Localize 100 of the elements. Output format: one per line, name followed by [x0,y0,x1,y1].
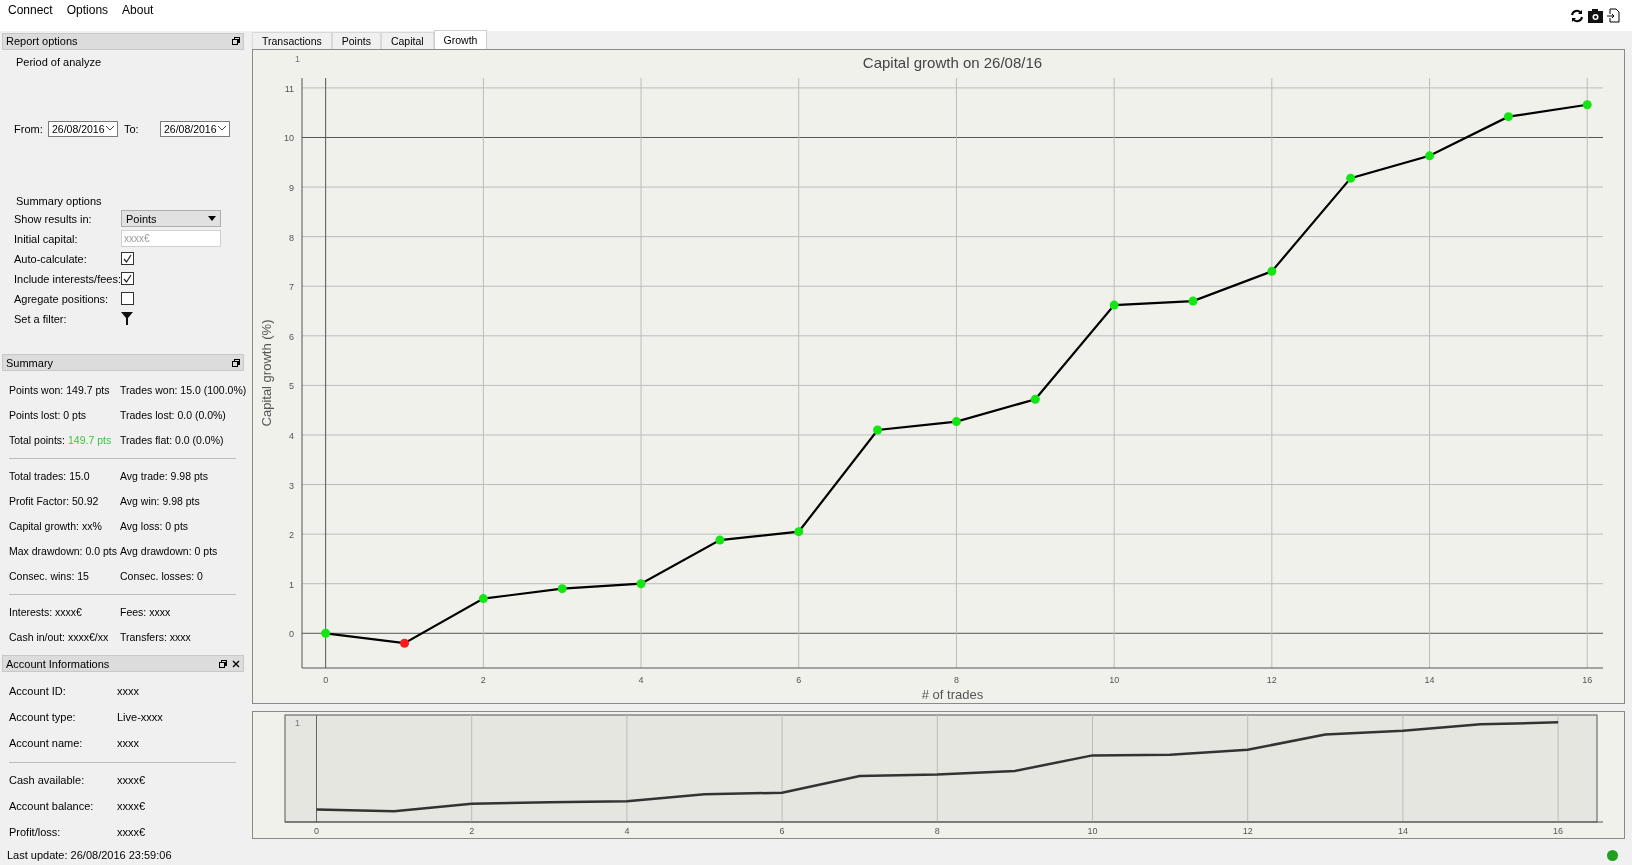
data-point [1267,266,1277,276]
stat-label: Interests: [9,605,53,618]
y-tick-label: 11 [284,83,294,94]
x-tick-label: 0 [323,675,329,685]
stat-value: xxxx [169,630,191,643]
data-point [951,417,961,427]
refresh-icon[interactable] [1570,8,1584,23]
tab[interactable]: Capital [380,32,434,49]
option-label: Set a filter: [14,312,68,325]
account-label: Account ID: [9,685,67,697]
checkbox[interactable] [121,292,134,306]
y-tick-label: 9 [289,183,294,194]
checkbox[interactable] [121,252,134,266]
x-tick-label: 16 [1582,675,1593,685]
stat-value: 9.98 pts [162,494,200,507]
tab[interactable]: Transactions [252,32,332,49]
from-label: From: [14,122,42,135]
export-icon[interactable] [1607,8,1620,23]
x-tick-label: 12 [1242,826,1253,836]
stat-label: Avg loss: [120,519,163,532]
data-point [321,628,331,638]
stat-label: Transfers: [120,630,167,643]
from-date-field[interactable]: 26/08/2016 [48,120,118,137]
x-tick-label: 16 [1553,826,1564,836]
stat-value: 149.7 pts [67,433,112,446]
stat-label: Points won: [9,383,64,396]
chevron-icon[interactable] [218,126,226,132]
capital-field[interactable]: xxxx€ [121,230,221,248]
account-label: Account name: [9,737,84,749]
account-value: xxxx€ [117,774,146,786]
menu-item[interactable]: Connect [8,2,53,18]
y-tick-label: 8 [289,232,294,243]
stat-value: xxxx [149,605,171,618]
y-axis-title: Capital growth (%) [259,319,274,427]
results-dropdown[interactable]: Points [121,210,221,228]
y-tick-label: 2 [289,530,294,541]
x-tick-label: 2 [480,675,486,685]
x-tick-label: 6 [779,826,785,836]
camera-icon[interactable] [1588,8,1603,23]
caret-icon[interactable] [208,216,216,222]
data-point [557,584,567,594]
option-label: Include interests/fees: [14,272,121,285]
x-tick-label: 2 [469,826,475,836]
account-value: Live-xxxx [117,711,163,723]
panel-title: Summary [6,356,54,369]
x-tick-label: 12 [1266,675,1277,685]
chart-title: Capital growth on 26/08/16 [862,54,1043,71]
x-tick-label: 4 [624,826,630,836]
option-label: Agregate positions: [14,292,110,305]
stat-label: Max drawdown: [9,544,83,557]
to-label: To: [124,122,140,135]
stat-label: Avg drawdown: [120,544,192,557]
stat-label: Profit Factor: [9,494,70,507]
stat-label: Trades flat: [120,433,173,446]
close-icon[interactable] [232,659,240,668]
filter-icon[interactable] [121,312,133,326]
menu-item[interactable]: About [122,2,154,18]
y-tick-label: 0 [289,629,294,640]
stat-value: 0 pts [194,544,218,557]
tab[interactable]: Growth [433,30,488,49]
y-tick-label: 7 [289,282,294,293]
float-icon[interactable] [232,37,240,46]
stat-value: 0 pts [63,408,87,421]
data-point [400,638,409,648]
section-label: Summary options [16,194,103,207]
stat-label: Trades lost: [120,408,175,421]
stat-label: Avg trade: [120,469,168,482]
menu-item[interactable]: Options [66,2,109,18]
stat-value: xx% [81,519,102,532]
panel-title: Account Informations [6,657,110,670]
stat-label: Consec. wins: [9,569,75,582]
account-value: xxxx [117,685,139,697]
x-tick-label: 6 [796,675,802,685]
float-icon[interactable] [219,659,227,668]
stat-label: Avg win: [120,494,160,507]
to-date-field[interactable]: 26/08/2016 [160,120,230,137]
account-value: xxxx [117,737,139,749]
data-point [636,579,646,589]
stat-value: 15.0 (100.0%) [180,383,247,396]
section-label: Period of analyze [16,55,102,68]
tab[interactable]: Points [331,32,381,49]
x-tick-label: 14 [1424,675,1435,685]
x-axis-title: # of trades [921,687,984,701]
data-point [1030,394,1040,404]
y-tick-label: 4 [289,430,294,441]
data-point [478,594,488,604]
stat-label: Capital growth: [9,519,80,532]
x-tick-label: 14 [1397,826,1408,836]
stat-label: Trades won: [120,383,178,396]
corner-label: 1 [295,54,300,64]
stat-value: 15.0 [69,469,90,482]
data-point [1503,112,1513,122]
data-point [1346,173,1356,183]
stat-value: 50.92 [72,494,99,507]
chevron-icon[interactable] [106,126,114,132]
data-point [1188,296,1198,306]
float-icon[interactable] [232,358,240,367]
checkbox[interactable] [121,272,134,286]
y-tick-label: 10 [284,133,294,144]
y-tick-label: 5 [289,381,294,392]
